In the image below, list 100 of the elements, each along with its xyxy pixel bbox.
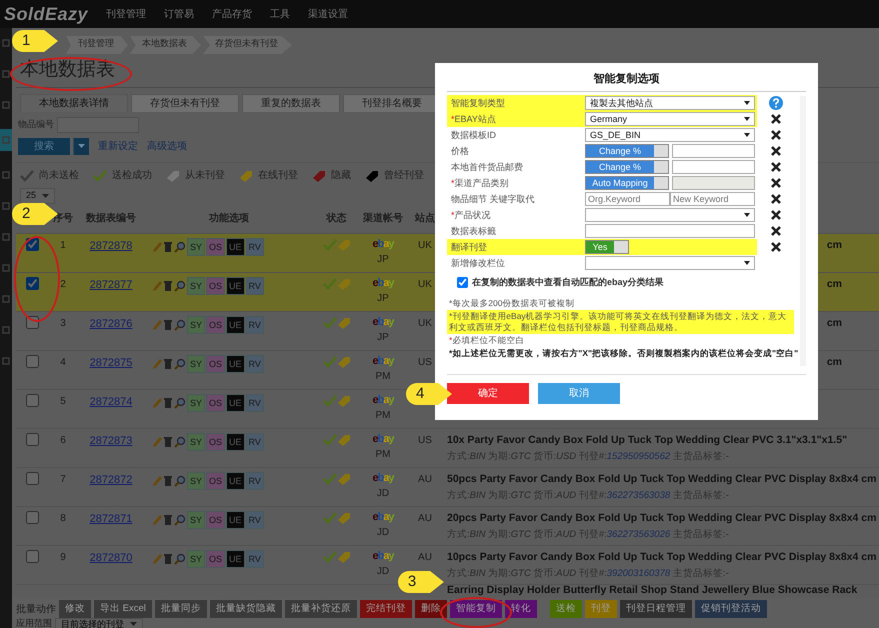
checkbox[interactable] [457, 277, 468, 288]
listing-title[interactable]: Earring Display Holder Butterfly Retail Shop Stand Jewellery Blue Showcase Rack [447, 584, 858, 596]
action-tag[interactable]: RV [246, 510, 264, 528]
close-icon[interactable] [770, 146, 780, 156]
action-tag[interactable]: OS [206, 276, 226, 294]
action-tag[interactable]: UE [226, 354, 245, 372]
row-checkbox[interactable] [26, 432, 38, 446]
action-tag[interactable]: RV [246, 238, 264, 256]
close-icon[interactable] [770, 210, 780, 220]
action-tag[interactable]: UE [226, 550, 245, 568]
datasheet-link[interactable]: 2872872 [90, 474, 132, 486]
row-checkbox[interactable] [26, 354, 38, 368]
close-icon[interactable] [770, 114, 780, 124]
trash-icon[interactable] [163, 358, 173, 370]
bulk-action-button[interactable]: 智能复制 [450, 600, 502, 618]
action-tag[interactable]: SY [187, 550, 206, 568]
search-icon[interactable] [174, 514, 186, 526]
cancel-button[interactable]: 取消 [538, 383, 620, 404]
action-tag[interactable]: UE [226, 394, 245, 412]
datasheet-link[interactable]: 2872870 [90, 552, 132, 564]
action-tag[interactable]: RV [246, 394, 264, 412]
action-tag[interactable]: SY [187, 276, 206, 294]
action-tag[interactable]: SY [187, 238, 206, 256]
advanced-link[interactable]: 高级选项 [147, 139, 187, 154]
confirm-button[interactable]: 确定 [447, 383, 529, 404]
action-tag[interactable]: RV [246, 316, 264, 334]
datasheet-link[interactable]: 2872875 [90, 356, 132, 368]
search-icon[interactable] [174, 240, 186, 252]
logo[interactable]: SoldEazy [4, 0, 88, 28]
trash-icon[interactable] [163, 552, 173, 564]
action-tag[interactable]: SY [187, 354, 206, 372]
search-icon[interactable] [174, 552, 186, 564]
trash-icon[interactable] [163, 280, 173, 292]
action-tag[interactable]: UE [226, 432, 245, 450]
input-field[interactable] [585, 224, 755, 238]
trash-icon[interactable] [163, 474, 173, 486]
bulk-action-button[interactable]: 转化 [504, 600, 537, 618]
action-tag[interactable]: UE [226, 472, 245, 490]
action-tag[interactable]: OS [206, 472, 226, 490]
select-field[interactable]: Germany [585, 112, 755, 126]
datasheet-link[interactable]: 2872877 [90, 278, 132, 290]
trash-icon[interactable] [163, 396, 173, 408]
row-checkbox[interactable] [26, 276, 38, 290]
action-tag[interactable]: RV [246, 432, 264, 450]
input-field[interactable]: New Keyword [670, 192, 755, 206]
trash-icon[interactable] [163, 240, 173, 252]
nav-link[interactable]: 订管易 [164, 6, 194, 22]
nav-link[interactable]: 渠道设置 [308, 6, 348, 22]
search-button[interactable]: 搜索 [18, 138, 70, 155]
input-field[interactable] [672, 160, 755, 174]
sidebar-item[interactable] [0, 129, 12, 151]
bulk-action-button[interactable]: 完结刊登 [360, 600, 412, 618]
listing-title[interactable]: 10x Party Favor Candy Box Fold Up Tuck Top Wedding Clear PVC 3.1"x3.1"x1.5" [447, 432, 848, 448]
tab[interactable]: 存货但未有刊登 [131, 94, 239, 112]
select-field[interactable]: 複製去其他站点 [585, 96, 755, 110]
bulk-action-button[interactable]: 修改 [59, 600, 91, 618]
select-field[interactable] [585, 208, 755, 222]
action-tag[interactable]: RV [246, 472, 264, 490]
pencil-icon[interactable] [152, 240, 162, 252]
search-icon[interactable] [174, 358, 186, 370]
search-icon[interactable] [174, 396, 186, 408]
scope-select[interactable]: 目前选择的刊登 [55, 618, 143, 628]
tab[interactable]: 重复的数据表 [242, 94, 340, 112]
datasheet-link[interactable]: 2872873 [90, 434, 132, 446]
bulk-action-button[interactable]: 导出 Excel [94, 600, 152, 618]
datasheet-link[interactable]: 2872878 [90, 240, 132, 252]
search-icon[interactable] [174, 318, 186, 330]
action-tag[interactable]: OS [206, 354, 226, 372]
nav-link[interactable]: 工具 [270, 6, 290, 22]
reset-link[interactable]: 重新设定 [98, 139, 138, 154]
action-tag[interactable]: OS [206, 316, 226, 334]
action-tag[interactable]: OS [206, 510, 226, 528]
action-tag[interactable]: UE [226, 510, 245, 528]
breadcrumb-item[interactable]: 本地数据表 [130, 36, 201, 54]
listing-title[interactable]: 10pcs Party Favor Candy Box Fold Up Tuck Top Wedding Clear PVC Display 8x8x4 cm [447, 550, 876, 566]
row-checkbox[interactable] [26, 316, 38, 328]
datasheet-link[interactable]: 2872871 [90, 512, 132, 524]
bulk-action-button[interactable]: 删除 [414, 600, 447, 618]
page-size-select[interactable]: 25 [20, 188, 56, 204]
action-tag[interactable]: SY [187, 394, 206, 412]
trash-icon[interactable] [163, 514, 173, 526]
datasheet-link[interactable]: 2872876 [90, 318, 132, 330]
bulk-action-button[interactable]: 刊登日程管理 [620, 600, 692, 618]
action-tag[interactable]: SY [187, 510, 206, 528]
row-checkbox[interactable] [26, 550, 38, 562]
action-tag[interactable]: RV [246, 550, 264, 568]
pencil-icon[interactable] [152, 280, 162, 292]
bulk-action-button[interactable]: 批量同步 [154, 600, 207, 618]
breadcrumb-item[interactable]: 存货但未有刊登 [203, 36, 292, 54]
action-tag[interactable]: RV [246, 354, 264, 372]
action-tag[interactable]: SY [187, 472, 206, 490]
action-tag[interactable]: UE [226, 276, 245, 294]
action-tag[interactable]: OS [206, 550, 226, 568]
breadcrumb-item[interactable]: 刊登管理 [66, 36, 128, 54]
select-field[interactable] [585, 256, 755, 270]
input-field[interactable] [672, 144, 755, 158]
bulk-action-button[interactable]: 送检 [550, 600, 582, 618]
bulk-action-button[interactable]: 刊登 [584, 600, 617, 618]
toggle-switch[interactable]: Change % [585, 160, 669, 174]
bulk-action-button[interactable]: 批量缺货隐藏 [210, 600, 282, 618]
